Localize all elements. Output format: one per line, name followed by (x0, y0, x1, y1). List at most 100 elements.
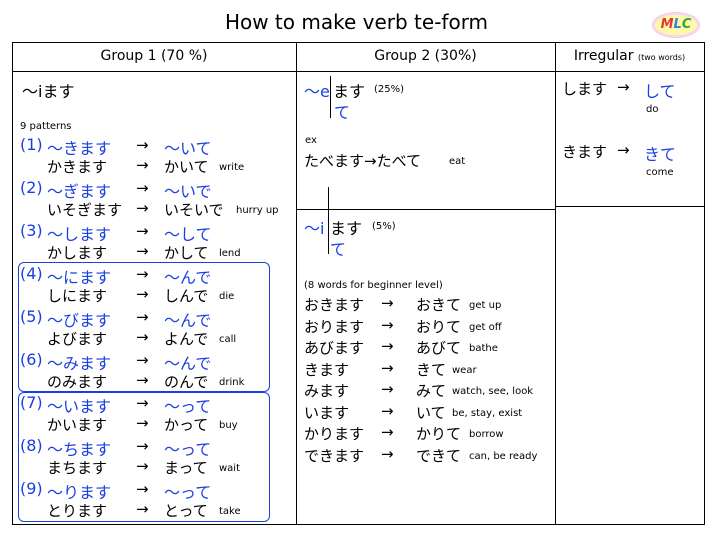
example-meaning: buy (219, 420, 238, 431)
example-to: しんで (164, 287, 209, 305)
word-meaning: be, stay, exist (452, 407, 523, 419)
word-from: います (304, 403, 350, 422)
irregular-to: きて (644, 145, 677, 164)
group2-ex-meaning: eat (449, 156, 466, 167)
example-meaning: hurry up (236, 205, 279, 216)
example-to: かいて (164, 158, 209, 176)
example-from: のみます (47, 373, 108, 391)
word-to: きて (416, 360, 447, 379)
table-header-divider (12, 71, 704, 72)
pattern-number: (9) (20, 479, 43, 498)
irregular-meaning: come (646, 167, 674, 178)
example-to: のんで (164, 373, 209, 391)
table-right-border (704, 42, 705, 525)
pattern-number: (3) (20, 221, 43, 240)
group2-i-percent: (5%) (372, 221, 396, 232)
arrow-icon: → (617, 78, 630, 96)
table-top-border (12, 42, 704, 43)
irregular-to: して (644, 82, 676, 101)
group2-section-divider (296, 209, 556, 210)
group2-ex-label: ex (305, 135, 317, 146)
group2-e-percent: (25%) (374, 84, 405, 95)
example-meaning: drink (219, 377, 245, 388)
example-meaning: call (219, 334, 237, 345)
pattern-number: (5) (20, 307, 43, 326)
word-meaning: borrow (469, 429, 504, 440)
pattern-number: (4) (20, 264, 43, 283)
word-to: あびて (416, 339, 462, 357)
word-from: できます (304, 446, 365, 465)
arrow-icon: → (136, 199, 149, 217)
header-group1: Group 1 (70 %) (100, 48, 208, 64)
arrow-icon: → (381, 401, 394, 420)
header-group2: Group 2 (30%) (374, 48, 477, 64)
example-from: かきます (47, 158, 108, 176)
arrow-icon: → (136, 136, 149, 154)
arrow-icon: → (136, 156, 149, 174)
arrow-icon: → (381, 294, 394, 312)
example-from: とります (47, 502, 108, 520)
irregular-from: します (562, 80, 608, 98)
pattern-number: (2) (20, 178, 43, 197)
arrow-icon: → (136, 242, 149, 260)
example-to: かして (164, 244, 209, 262)
group2-ex-text: たべます→たべて (304, 152, 421, 170)
example-from: しにます (47, 287, 108, 305)
arrow-icon: → (136, 414, 149, 432)
arrow-icon: → (136, 437, 149, 455)
arrow-icon: → (136, 457, 149, 475)
group2-e-marker (330, 76, 331, 118)
word-to: できて (416, 446, 462, 465)
example-to: とって (164, 502, 208, 520)
word-from: あびます (304, 339, 365, 357)
group2-e-te: て (334, 103, 351, 122)
irregular-bottom-divider (555, 206, 705, 207)
table-left-border (12, 42, 13, 525)
example-meaning: write (219, 162, 245, 173)
arrow-icon: → (136, 265, 149, 283)
group2-e-prefix: 〜e (304, 82, 330, 101)
word-to: みて (416, 382, 447, 400)
word-from: おきます (304, 296, 365, 314)
example-to: かって (164, 416, 209, 434)
arrow-icon: → (136, 308, 149, 326)
group2-i-te: て (330, 240, 347, 259)
word-meaning: wear (452, 364, 477, 376)
patterns-label: 9 patterns (20, 121, 72, 132)
word-meaning: can, be ready (469, 450, 538, 462)
word-meaning: bathe (469, 343, 498, 354)
example-to: よんで (164, 330, 209, 348)
word-meaning: get off (469, 321, 502, 333)
group2-i-marker (328, 187, 329, 254)
example-to: いそいで (164, 201, 224, 219)
word-from: みます (304, 382, 350, 400)
pattern-number: (7) (20, 393, 43, 412)
arrow-icon: → (136, 500, 149, 518)
irregular-from: きます (562, 143, 608, 161)
column-divider-2 (555, 42, 556, 525)
arrow-icon: → (381, 358, 394, 377)
example-meaning: die (219, 291, 235, 302)
group1-masu: 〜iます (22, 82, 75, 101)
arrow-icon: → (136, 394, 149, 412)
example-from: かいます (47, 416, 108, 434)
group2-i-prefix: 〜i (304, 219, 325, 238)
example-from: まちます (47, 459, 108, 477)
pattern-number: (1) (20, 135, 43, 154)
word-from: かります (304, 425, 365, 443)
word-to: おりて (416, 317, 462, 336)
page-title: How to make verb te-form (224, 10, 489, 34)
example-from: かします (47, 244, 108, 262)
word-to: かりて (416, 425, 462, 443)
word-from: きます (304, 360, 350, 379)
example-to: まって (164, 459, 208, 477)
arrow-icon: → (136, 371, 149, 389)
word-to: おきて (416, 296, 462, 314)
arrow-icon: → (381, 315, 394, 334)
pattern-number: (8) (20, 436, 43, 455)
example-meaning: take (219, 506, 241, 517)
header-irregular-label: Irregular (573, 48, 634, 64)
header-irregular-note: (two words) (637, 53, 686, 62)
pattern-number: (6) (20, 350, 43, 369)
arrow-icon: → (136, 285, 149, 303)
